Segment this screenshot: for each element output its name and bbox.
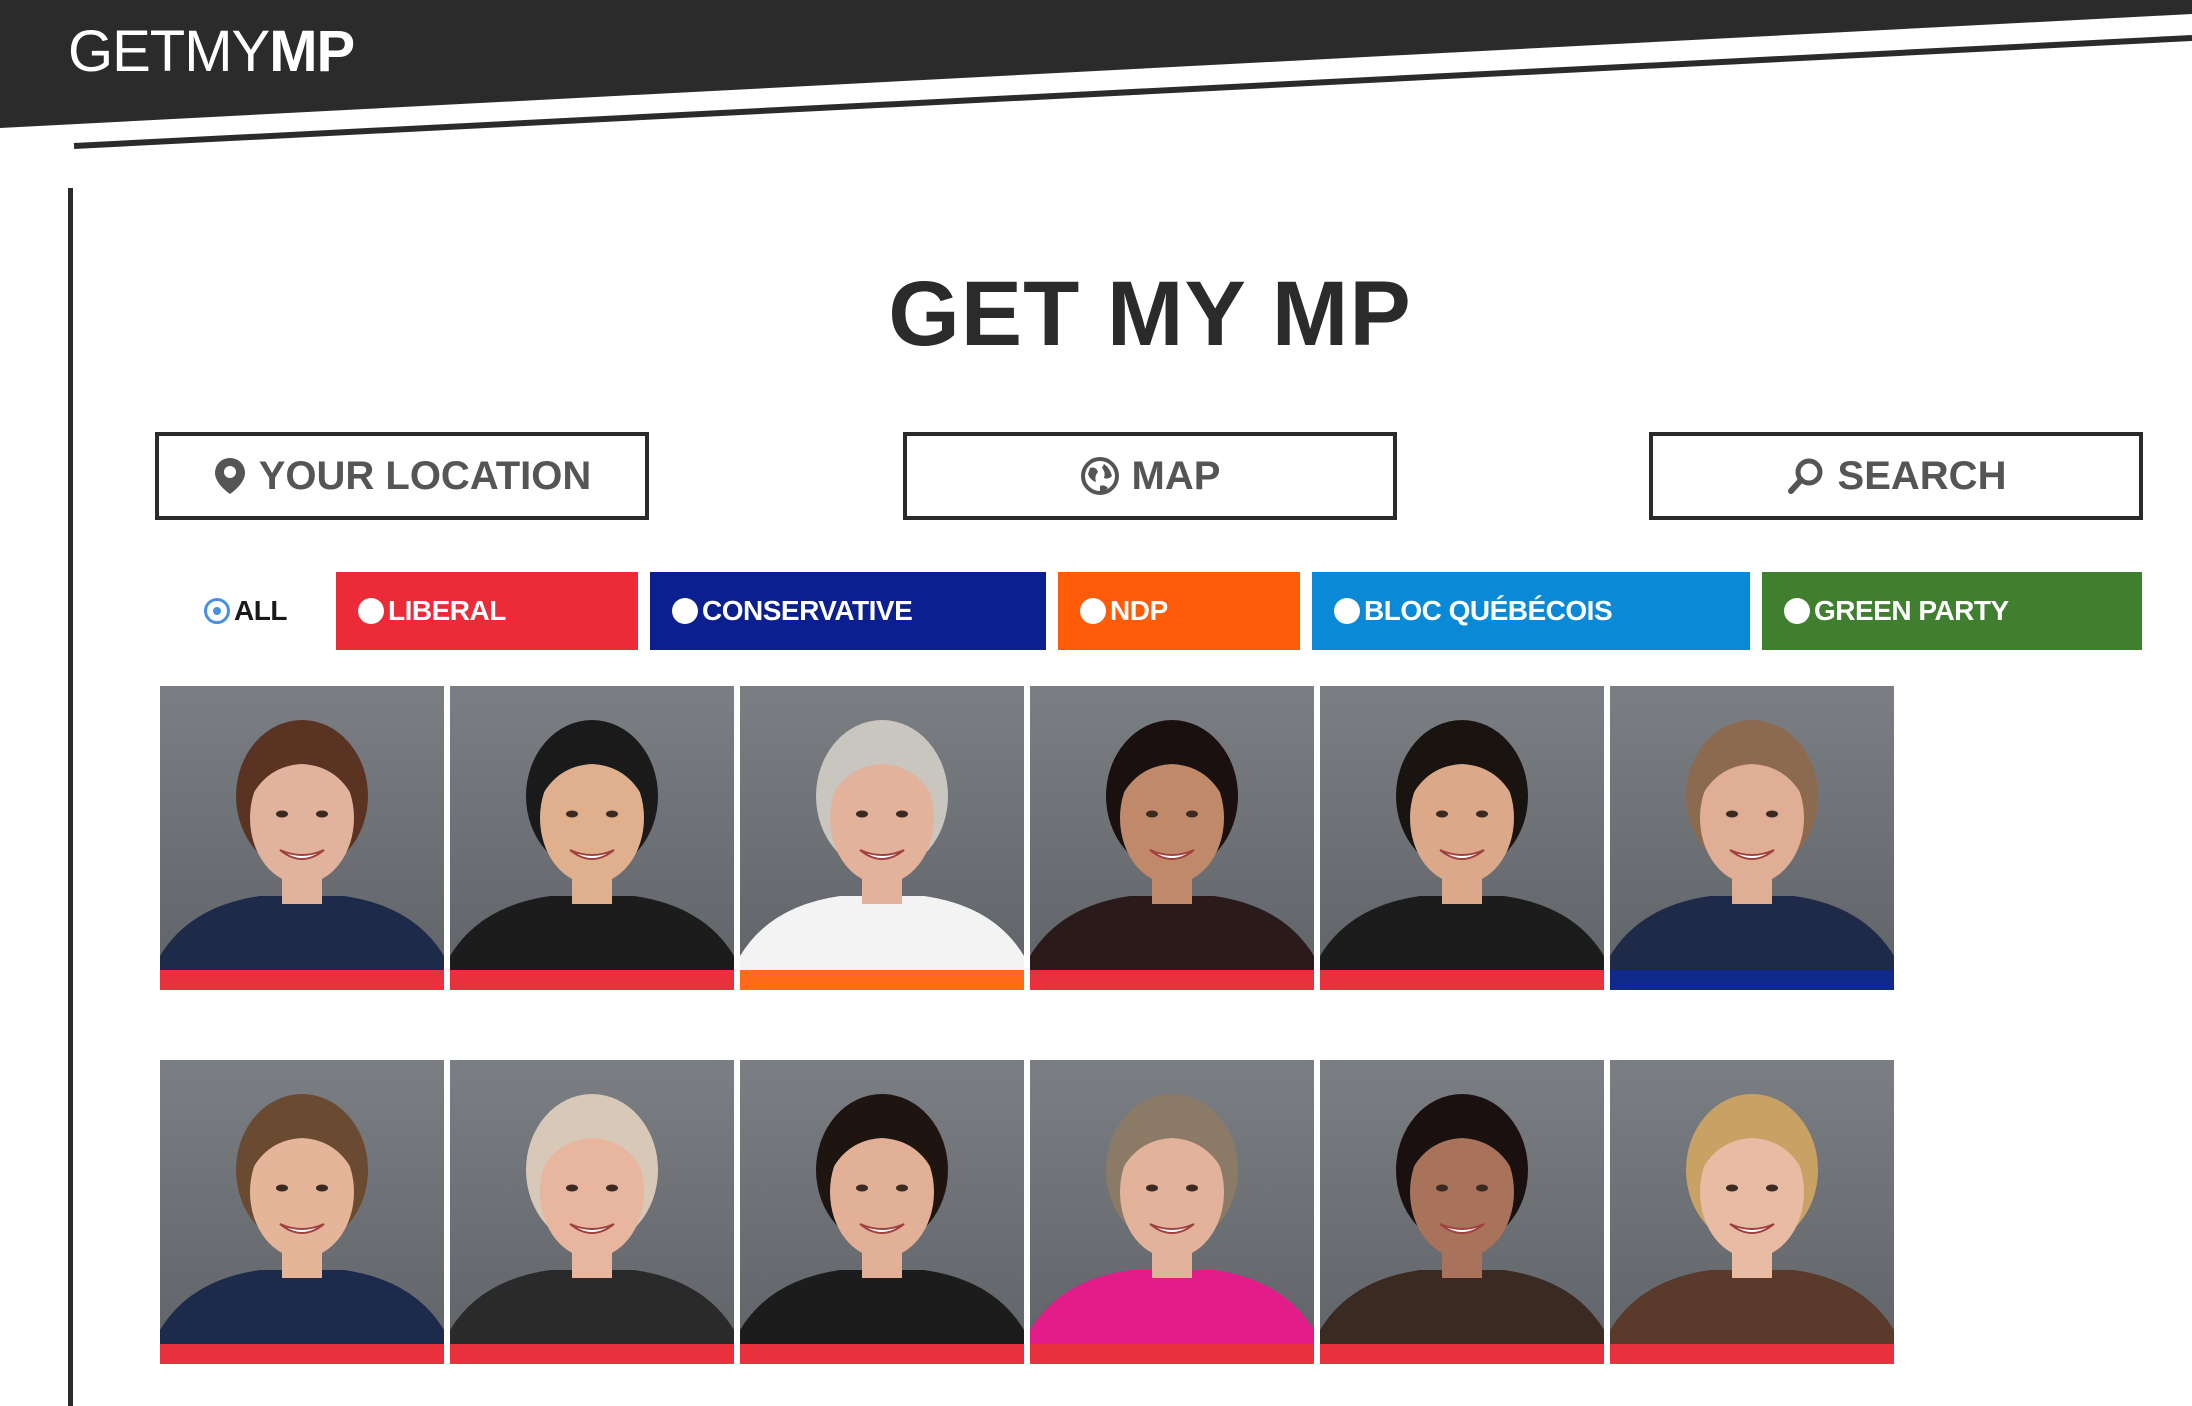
filter-liberal[interactable]: LIBERAL: [336, 572, 638, 650]
mp-portrait: [1030, 1094, 1314, 1364]
radio-icon[interactable]: [1334, 598, 1360, 624]
mp-card[interactable]: [1030, 686, 1314, 990]
search-button[interactable]: SEARCH: [1649, 432, 2143, 520]
radio-icon[interactable]: [358, 598, 384, 624]
left-divider: [68, 188, 73, 1406]
party-color-bar: [1610, 970, 1894, 990]
mp-card[interactable]: [450, 1060, 734, 1364]
party-color-bar: [1320, 1344, 1604, 1364]
your-location-button[interactable]: YOUR LOCATION: [155, 432, 649, 520]
site-logo[interactable]: GETMYMP: [68, 18, 355, 85]
party-color-bar: [1320, 970, 1604, 990]
map-pin-icon: [214, 458, 245, 494]
logo-light: GETMY: [68, 19, 270, 84]
your-location-label: YOUR LOCATION: [258, 453, 592, 498]
filter-conservative[interactable]: CONSERVATIVE: [650, 572, 1046, 650]
mp-portrait: [1320, 1094, 1604, 1364]
mp-card[interactable]: [740, 1060, 1024, 1364]
mp-portrait: [740, 720, 1024, 990]
radio-icon[interactable]: [672, 598, 698, 624]
party-color-bar: [1610, 1344, 1894, 1364]
logo-bold: MP: [269, 19, 355, 84]
mp-portrait: [1030, 720, 1314, 990]
mp-portrait: [1320, 720, 1604, 990]
mp-portrait: [450, 1094, 734, 1364]
mp-card[interactable]: [1610, 1060, 1894, 1364]
filter-bloc-quebecois[interactable]: BLOC QUÉBÉCOIS: [1312, 572, 1750, 650]
mp-card[interactable]: [1320, 1060, 1604, 1364]
top-header: GETMYMP: [0, 0, 2192, 150]
map-button[interactable]: MAP: [903, 432, 1397, 520]
mp-card[interactable]: [450, 686, 734, 990]
party-color-bar: [160, 1344, 444, 1364]
mp-card[interactable]: [160, 1060, 444, 1364]
party-color-bar: [450, 970, 734, 990]
page-title: GET MY MP: [888, 263, 1412, 365]
radio-selected-icon[interactable]: [204, 598, 230, 624]
party-color-bar: [1030, 970, 1314, 990]
filter-bloc-label: BLOC QUÉBÉCOIS: [1364, 595, 1613, 626]
party-color-bar: [1030, 1344, 1314, 1364]
search-icon: [1787, 458, 1823, 494]
filter-ndp[interactable]: NDP: [1058, 572, 1300, 650]
mp-portrait: [450, 720, 734, 990]
party-color-bar: [450, 1344, 734, 1364]
radio-icon[interactable]: [1784, 598, 1810, 624]
radio-icon[interactable]: [1080, 598, 1106, 624]
party-color-bar: [160, 970, 444, 990]
mp-portrait: [160, 1094, 444, 1364]
search-label: SEARCH: [1837, 453, 2007, 498]
mp-card[interactable]: [740, 686, 1024, 990]
mp-portrait: [740, 1094, 1024, 1364]
map-label: MAP: [1131, 453, 1221, 498]
party-color-bar: [740, 970, 1024, 990]
mp-card[interactable]: [160, 686, 444, 990]
filter-conservative-label: CONSERVATIVE: [702, 595, 913, 626]
filter-green-label: GREEN PARTY: [1814, 595, 2009, 626]
filter-liberal-label: LIBERAL: [388, 595, 506, 626]
mp-card[interactable]: [1320, 686, 1604, 990]
mp-portrait: [1610, 720, 1894, 990]
filter-ndp-label: NDP: [1110, 595, 1168, 626]
filter-all-label: ALL: [234, 595, 287, 626]
mp-card[interactable]: [1030, 1060, 1314, 1364]
globe-icon: [1080, 457, 1119, 495]
filter-green-party[interactable]: GREEN PARTY: [1762, 572, 2142, 650]
party-color-bar: [740, 1344, 1024, 1364]
mp-portrait: [160, 720, 444, 990]
mp-card[interactable]: [1610, 686, 1894, 990]
mp-portrait: [1610, 1094, 1894, 1364]
filter-all[interactable]: ALL: [182, 572, 312, 650]
